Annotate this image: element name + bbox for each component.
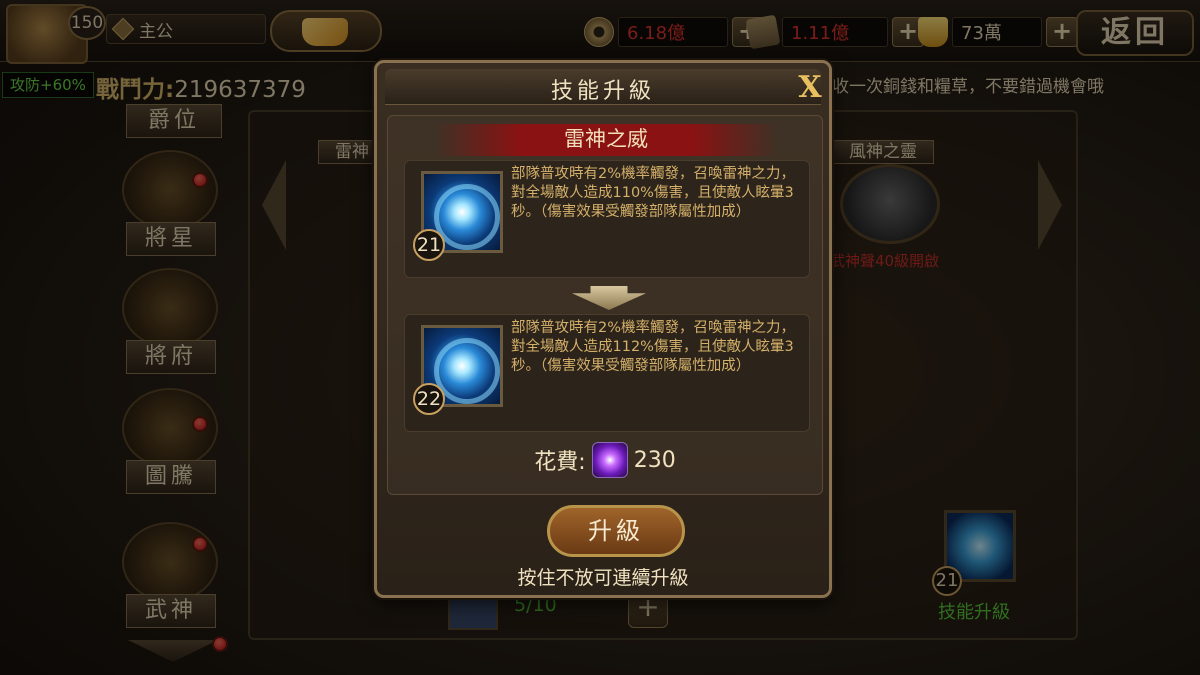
dialog-body: 雷神之威 21 部隊普攻時有2%機率觸發，召喚雷神之力，對全場敵人造成110%傷…: [387, 115, 823, 495]
current-level-badge: 21: [413, 229, 445, 261]
cost-row: 花費: 230: [388, 442, 822, 478]
dialog-header: 技能升級 X: [385, 69, 822, 105]
skill-upgrade-dialog: 技能升級 X 雷神之威 21 部隊普攻時有2%機率觸發，召喚雷神之力，對全場敵人…: [374, 60, 832, 598]
cost-value: 230: [633, 447, 676, 473]
down-arrow-icon: [572, 286, 646, 310]
next-skill-description: 部隊普攻時有2%機率觸發，召喚雷神之力，對全場敵人造成112%傷害，且使敵人眩暈…: [511, 320, 796, 374]
skill-orb-icon: [591, 442, 628, 478]
skill-name-banner: 雷神之威: [434, 124, 778, 156]
upgrade-button[interactable]: 升級: [547, 505, 685, 557]
cost-label: 花費:: [534, 450, 586, 475]
current-skill-card: 21 部隊普攻時有2%機率觸發，召喚雷神之力，對全場敵人造成110%傷害，且使敵…: [404, 160, 810, 278]
next-level-badge: 22: [413, 383, 445, 415]
current-skill-description: 部隊普攻時有2%機率觸發，召喚雷神之力，對全場敵人造成110%傷害，且使敵人眩暈…: [511, 166, 796, 220]
close-button[interactable]: X: [793, 73, 827, 105]
hold-to-upgrade-hint: 按住不放可連續升級: [517, 567, 689, 589]
next-skill-card: 22 部隊普攻時有2%機率觸發，召喚雷神之力，對全場敵人造成112%傷害，且使敵…: [404, 314, 810, 432]
dialog-title: 技能升級: [550, 79, 655, 104]
